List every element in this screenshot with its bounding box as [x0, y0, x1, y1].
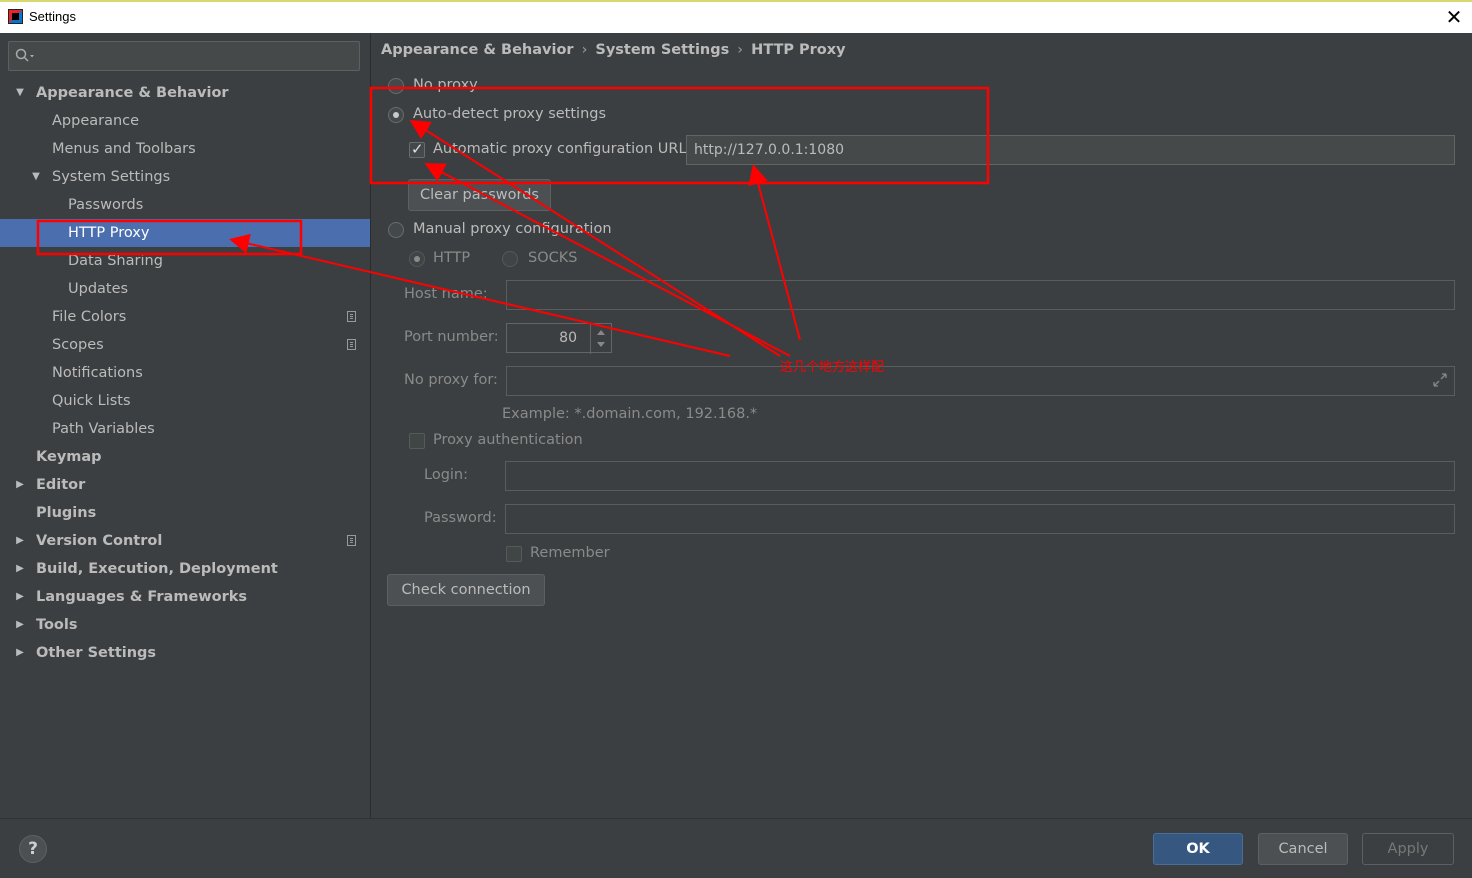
expand-down-icon[interactable]: ▼ — [14, 79, 26, 107]
password-label: Password: — [424, 510, 497, 526]
auto-config-url-label: Automatic proxy configuration URL: — [433, 141, 692, 157]
breadcrumb-item: HTTP Proxy — [751, 42, 846, 58]
proxy-authentication-checkbox[interactable] — [409, 433, 425, 449]
breadcrumb: Appearance & Behavior › System Settings › HT… — [381, 42, 846, 58]
sidebar-item-keymap[interactable]: Keymap — [0, 443, 370, 471]
sidebar-item-languages-frameworks[interactable]: ▶ Languages & Frameworks — [0, 583, 370, 611]
remember-checkbox[interactable] — [506, 546, 522, 562]
no-proxy-for-input[interactable] — [506, 366, 1455, 396]
close-icon[interactable]: ✕ — [1442, 5, 1466, 29]
http-proxy-panel: Appearance & Behavior › System Settings › HT… — [371, 33, 1472, 818]
sidebar-item-data-sharing[interactable]: Data Sharing — [0, 247, 370, 275]
sidebar-item-file-colors[interactable]: File Colors — [0, 303, 370, 331]
sidebar-item-appearance-behavior[interactable]: ▼ Appearance & Behavior — [0, 79, 370, 107]
cancel-button[interactable]: Cancel — [1258, 833, 1348, 865]
sidebar-item-path-variables[interactable]: Path Variables — [0, 415, 370, 443]
breadcrumb-separator: › — [581, 42, 588, 58]
copy-icon — [347, 311, 356, 322]
breadcrumb-separator: › — [737, 42, 744, 58]
login-input[interactable] — [505, 461, 1455, 491]
expand-right-icon[interactable]: ▶ — [14, 611, 26, 639]
check-connection-button[interactable]: Check connection — [387, 574, 545, 606]
expand-right-icon[interactable]: ▶ — [14, 555, 26, 583]
socks-radio[interactable] — [502, 251, 518, 267]
apply-button[interactable]: Apply — [1362, 833, 1454, 865]
copy-icon — [347, 339, 356, 350]
auto-config-url-checkbox[interactable] — [409, 140, 425, 158]
sidebar-item-editor[interactable]: ▶ Editor — [0, 471, 370, 499]
breadcrumb-item: Appearance & Behavior — [381, 42, 574, 58]
intellij-app-icon — [8, 9, 23, 24]
sidebar-item-quick-lists[interactable]: Quick Lists — [0, 387, 370, 415]
no-proxy-for-label: No proxy for: — [404, 372, 498, 388]
port-number-value: 80 — [559, 330, 577, 346]
sidebar-item-system-settings[interactable]: ▼ System Settings — [0, 163, 370, 191]
host-name-input[interactable] — [506, 280, 1455, 310]
sidebar-item-passwords[interactable]: Passwords — [0, 191, 370, 219]
expand-right-icon[interactable]: ▶ — [14, 527, 26, 555]
auto-detect-label: Auto-detect proxy settings — [413, 106, 607, 122]
auto-detect-radio[interactable] — [388, 107, 404, 123]
search-input[interactable] — [8, 41, 360, 71]
copy-icon — [347, 535, 356, 546]
auto-config-url-input[interactable]: http://127.0.0.1:1080 — [686, 135, 1455, 165]
login-label: Login: — [424, 467, 469, 483]
sidebar-item-http-proxy[interactable]: HTTP Proxy — [0, 219, 370, 247]
clear-passwords-button[interactable]: Clear passwords — [408, 179, 551, 211]
sidebar-item-version-control[interactable]: ▶ Version Control — [0, 527, 370, 555]
sidebar-item-tools[interactable]: ▶ Tools — [0, 611, 370, 639]
sidebar-item-plugins[interactable]: Plugins — [0, 499, 370, 527]
http-label: HTTP — [433, 250, 471, 266]
sidebar-item-notifications[interactable]: Notifications — [0, 359, 370, 387]
breadcrumb-item: System Settings — [595, 42, 730, 58]
sidebar-item-appearance[interactable]: Appearance — [0, 107, 370, 135]
proxy-authentication-label: Proxy authentication — [433, 432, 583, 448]
password-input[interactable] — [505, 504, 1455, 534]
example-hint: Example: *.domain.com, 192.168.* — [502, 406, 758, 422]
manual-proxy-label: Manual proxy configuration — [413, 221, 612, 237]
host-name-label: Host name: — [404, 286, 488, 302]
expand-right-icon[interactable]: ▶ — [14, 583, 26, 611]
sidebar-item-updates[interactable]: Updates — [0, 275, 370, 303]
port-number-label: Port number: — [404, 329, 499, 345]
sidebar-item-menus-toolbars[interactable]: Menus and Toolbars — [0, 135, 370, 163]
manual-proxy-radio[interactable] — [388, 222, 404, 238]
window-title: Settings — [29, 9, 76, 24]
help-icon[interactable]: ? — [19, 835, 47, 863]
dialog-footer: ? OK Cancel Apply — [0, 818, 1472, 878]
sidebar-item-build-execution-deployment[interactable]: ▶ Build, Execution, Deployment — [0, 555, 370, 583]
port-number-stepper[interactable]: 80 — [506, 323, 612, 354]
no-proxy-label: No proxy — [413, 77, 478, 93]
sidebar-item-other-settings[interactable]: ▶ Other Settings — [0, 639, 370, 667]
http-radio[interactable] — [409, 251, 425, 267]
settings-sidebar: ▼ Appearance & Behavior Appearance Menus… — [0, 33, 371, 818]
expand-right-icon[interactable]: ▶ — [14, 639, 26, 667]
remember-label: Remember — [530, 545, 610, 561]
stepper-arrows-icon[interactable] — [590, 324, 612, 354]
ok-button[interactable]: OK — [1153, 833, 1243, 865]
socks-label: SOCKS — [528, 250, 578, 266]
expand-icon[interactable] — [1433, 373, 1447, 387]
expand-right-icon[interactable]: ▶ — [14, 471, 26, 499]
title-bar: Settings ✕ — [0, 0, 1472, 33]
search-icon — [15, 48, 34, 62]
sidebar-item-scopes[interactable]: Scopes — [0, 331, 370, 359]
expand-down-icon[interactable]: ▼ — [30, 163, 42, 191]
no-proxy-radio[interactable] — [388, 78, 404, 94]
